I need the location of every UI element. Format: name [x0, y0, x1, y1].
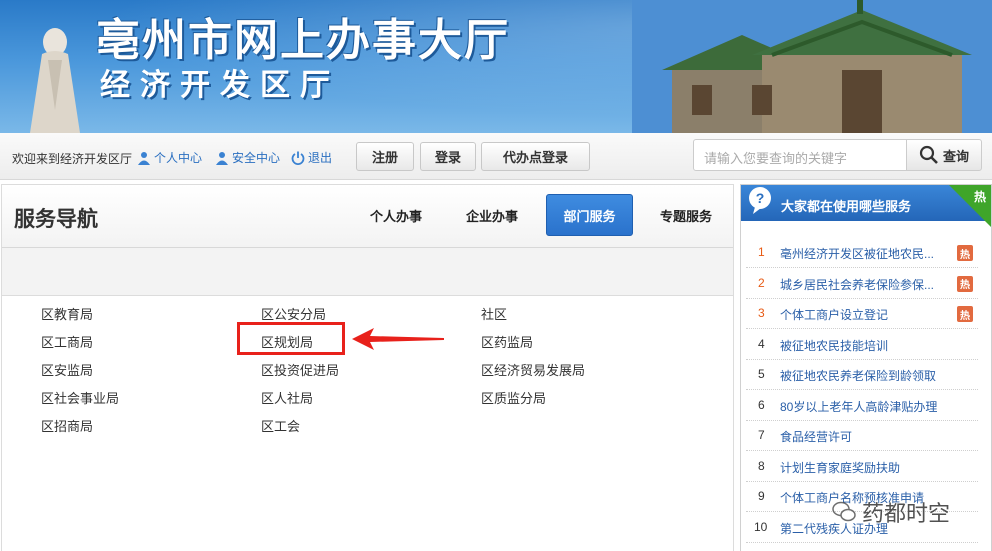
welcome-text: 欢迎来到经济开发区厅	[12, 152, 133, 166]
security-center-label: 安全中心	[232, 151, 281, 165]
rank-number: 9	[758, 489, 765, 503]
hot-badge: 热	[957, 275, 973, 292]
popular-service-link[interactable]: 计划生育家庭奖励扶助	[780, 459, 900, 476]
nav-title: 服务导航	[14, 208, 98, 231]
popular-service-link[interactable]: 80岁以上老年人高龄津贴办理	[780, 398, 937, 415]
tab-enterprise[interactable]: 企业办事	[454, 194, 530, 236]
sub-band	[2, 248, 733, 296]
list-separator	[746, 328, 978, 329]
rank-number: 10	[754, 519, 768, 534]
search-button-label: 查询	[942, 148, 969, 164]
temple-image	[632, 0, 992, 133]
popular-services-title: 大家都在使用哪些服务	[781, 199, 912, 214]
dept-link[interactable]: 区投资促进局	[261, 360, 339, 379]
popular-service-link[interactable]: 被征地农民技能培训	[780, 337, 888, 354]
watermark-text: 药都时空	[862, 501, 951, 526]
search-input[interactable]: 请输入您要查询的关键字	[693, 139, 907, 171]
header-banner: 亳州市网上办事大厅 经济开发区厅	[0, 0, 992, 133]
watermark: 药都时空	[832, 496, 950, 528]
dept-link[interactable]: 区招商局	[41, 416, 93, 435]
dept-link[interactable]: 区教育局	[41, 304, 93, 323]
popular-service-link[interactable]: 个体工商户设立登记	[780, 306, 888, 323]
popular-service-link[interactable]: 食品经营许可	[780, 428, 852, 445]
tab-special[interactable]: 专题服务	[648, 194, 724, 236]
dept-link[interactable]: 区人社局	[261, 388, 313, 407]
list-separator	[746, 450, 978, 451]
highlight-box	[237, 322, 345, 355]
rank-number: 2	[758, 275, 765, 290]
statue-image	[30, 28, 80, 133]
site-title: 亳州市网上办事大厅	[96, 15, 510, 66]
question-bubble-icon: ?	[749, 187, 771, 214]
security-center-link[interactable]: 安全中心	[215, 149, 280, 166]
nav-header: 服务导航 个人办事 企业办事 部门服务 专题服务	[2, 185, 733, 248]
dept-link[interactable]: 区公安分局	[261, 304, 326, 323]
login-button[interactable]: 登录	[420, 142, 476, 171]
list-separator	[746, 480, 978, 482]
dept-link[interactable]: 区药监局	[481, 332, 533, 351]
rank-number: 5	[758, 367, 765, 381]
hot-badge: 热	[957, 306, 973, 322]
tab-personal[interactable]: 个人办事	[358, 194, 434, 236]
dept-link[interactable]: 区经济贸易发展局	[481, 360, 585, 379]
wechat-icon	[832, 501, 856, 522]
service-navigation-panel: 服务导航 个人办事 企业办事 部门服务 专题服务	[1, 184, 734, 551]
logout-link[interactable]: 退出	[291, 149, 332, 166]
personal-center-link[interactable]: 个人中心	[137, 149, 202, 166]
arrow-annotation-icon	[352, 328, 444, 350]
list-separator	[746, 358, 978, 360]
personal-center-label: 个人中心	[154, 151, 203, 165]
svg-text:热: 热	[974, 189, 986, 204]
list-separator	[746, 389, 978, 390]
search-button[interactable]: 查询	[906, 139, 982, 171]
dept-link[interactable]: 社区	[481, 304, 507, 323]
popular-service-link[interactable]: 城乡居民社会养老保险参保...	[780, 276, 934, 293]
list-separator	[746, 297, 978, 299]
user-shield-icon	[216, 151, 228, 165]
user-icon	[138, 151, 150, 165]
logout-label: 退出	[308, 151, 333, 165]
rank-number: 4	[758, 336, 765, 351]
search-icon	[919, 145, 938, 164]
list-separator	[746, 541, 978, 543]
list-separator	[746, 267, 978, 268]
hot-corner-badge: 热	[949, 185, 991, 227]
dept-link[interactable]: 区工会	[261, 416, 300, 435]
dept-link[interactable]: 区安监局	[41, 360, 93, 379]
dept-link[interactable]: 区工商局	[41, 332, 93, 351]
rank-number: 7	[758, 428, 765, 442]
rank-number: 1	[758, 245, 765, 259]
dept-link[interactable]: 区社会事业局	[41, 388, 119, 407]
list-separator	[746, 419, 978, 421]
agent-login-button[interactable]: 代办点登录	[481, 142, 590, 171]
register-button[interactable]: 注册	[356, 142, 414, 171]
svg-text:?: ?	[756, 190, 765, 206]
popular-service-link[interactable]: 被征地农民养老保险到龄领取	[780, 367, 936, 384]
site-subtitle: 经济开发区厅	[100, 68, 340, 103]
rank-number: 8	[758, 458, 765, 473]
hot-badge: 热	[957, 245, 973, 261]
dept-link[interactable]: 区质监分局	[481, 388, 546, 407]
rank-number: 6	[758, 397, 765, 412]
tab-department[interactable]: 部门服务	[546, 194, 633, 236]
power-icon	[291, 151, 305, 165]
popular-service-link[interactable]: 亳州经济开发区被征地农民...	[780, 245, 934, 262]
rank-number: 3	[758, 306, 765, 320]
